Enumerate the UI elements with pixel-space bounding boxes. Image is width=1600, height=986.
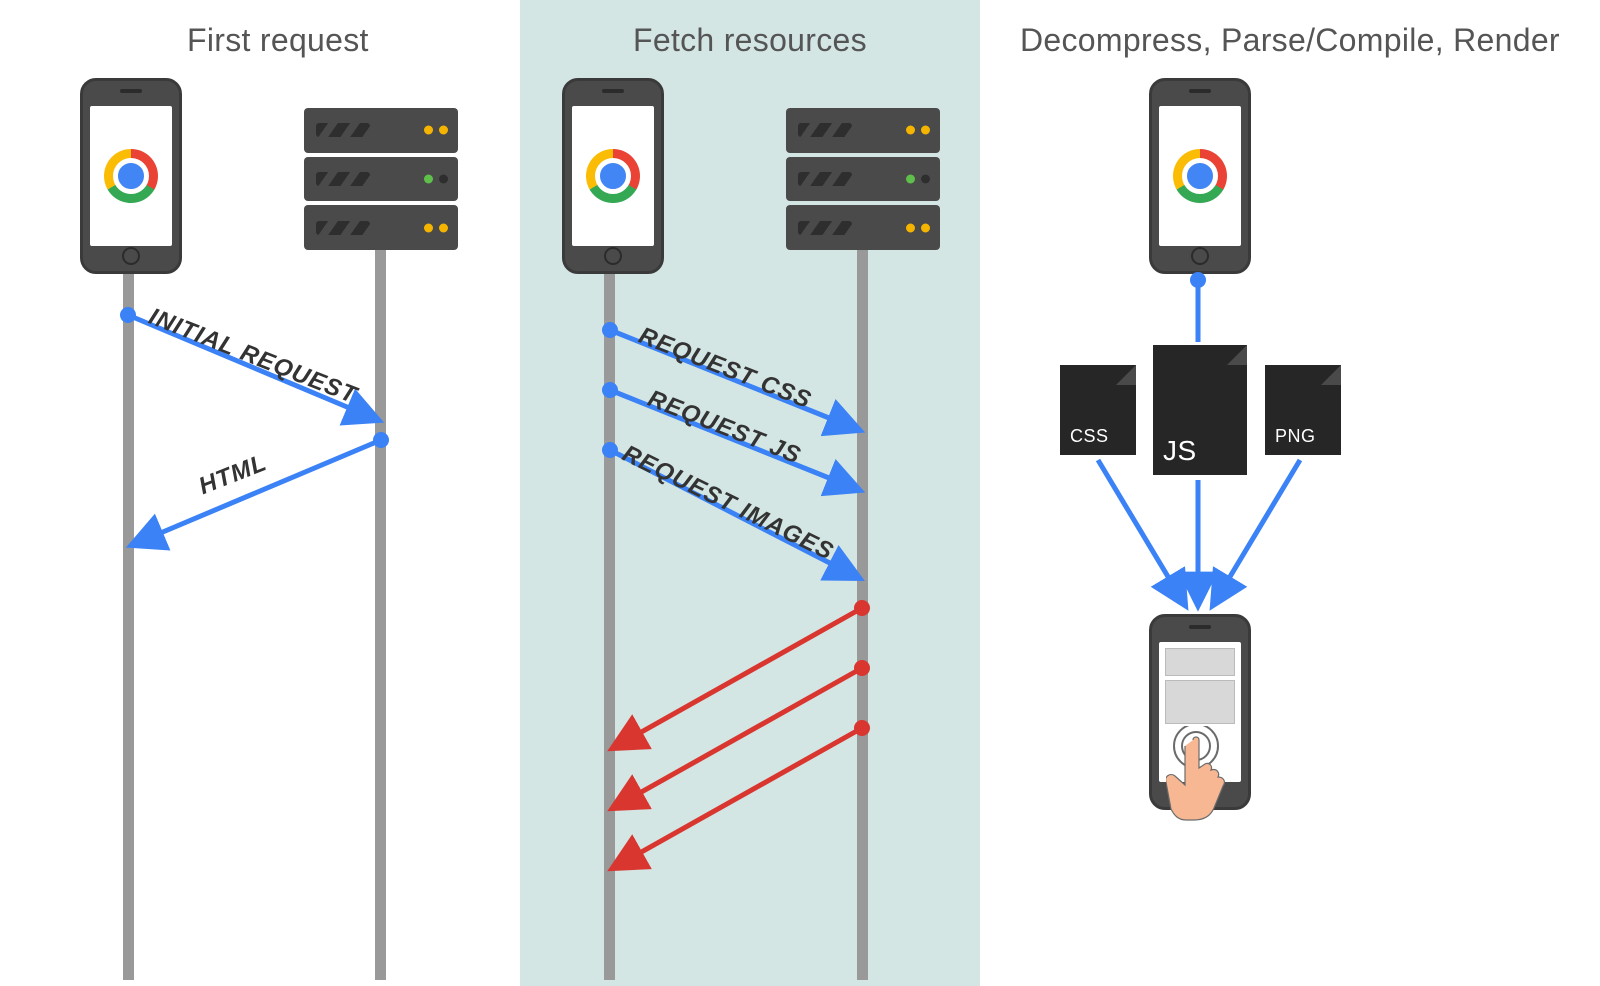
chrome-logo-icon xyxy=(1173,149,1227,203)
column-title-render: Decompress, Parse/Compile, Render xyxy=(1020,22,1560,59)
column-title-first: First request xyxy=(187,22,369,59)
label-html: HTML xyxy=(195,449,271,501)
chrome-logo-icon xyxy=(586,149,640,203)
column-title-fetch: Fetch resources xyxy=(633,22,867,59)
tap-hand-icon xyxy=(1166,726,1262,826)
phone-icon xyxy=(1149,78,1251,274)
label-initial-request: INITIAL REQUEST xyxy=(145,303,361,410)
file-js-icon: JS xyxy=(1153,345,1247,475)
chrome-logo-icon xyxy=(104,149,158,203)
phone-icon xyxy=(562,78,664,274)
lifeline-client-2 xyxy=(604,250,615,980)
file-css-icon: CSS xyxy=(1060,365,1136,455)
server-stack-icon xyxy=(304,108,458,250)
phone-icon xyxy=(80,78,182,274)
file-png-icon: PNG xyxy=(1265,365,1341,455)
diagram-stage: First request Fetch resources Decompress… xyxy=(0,0,1600,986)
lifeline-server-2 xyxy=(857,250,868,980)
server-stack-icon xyxy=(786,108,940,250)
lifeline-client-1 xyxy=(123,250,134,980)
lifeline-server-1 xyxy=(375,250,386,980)
